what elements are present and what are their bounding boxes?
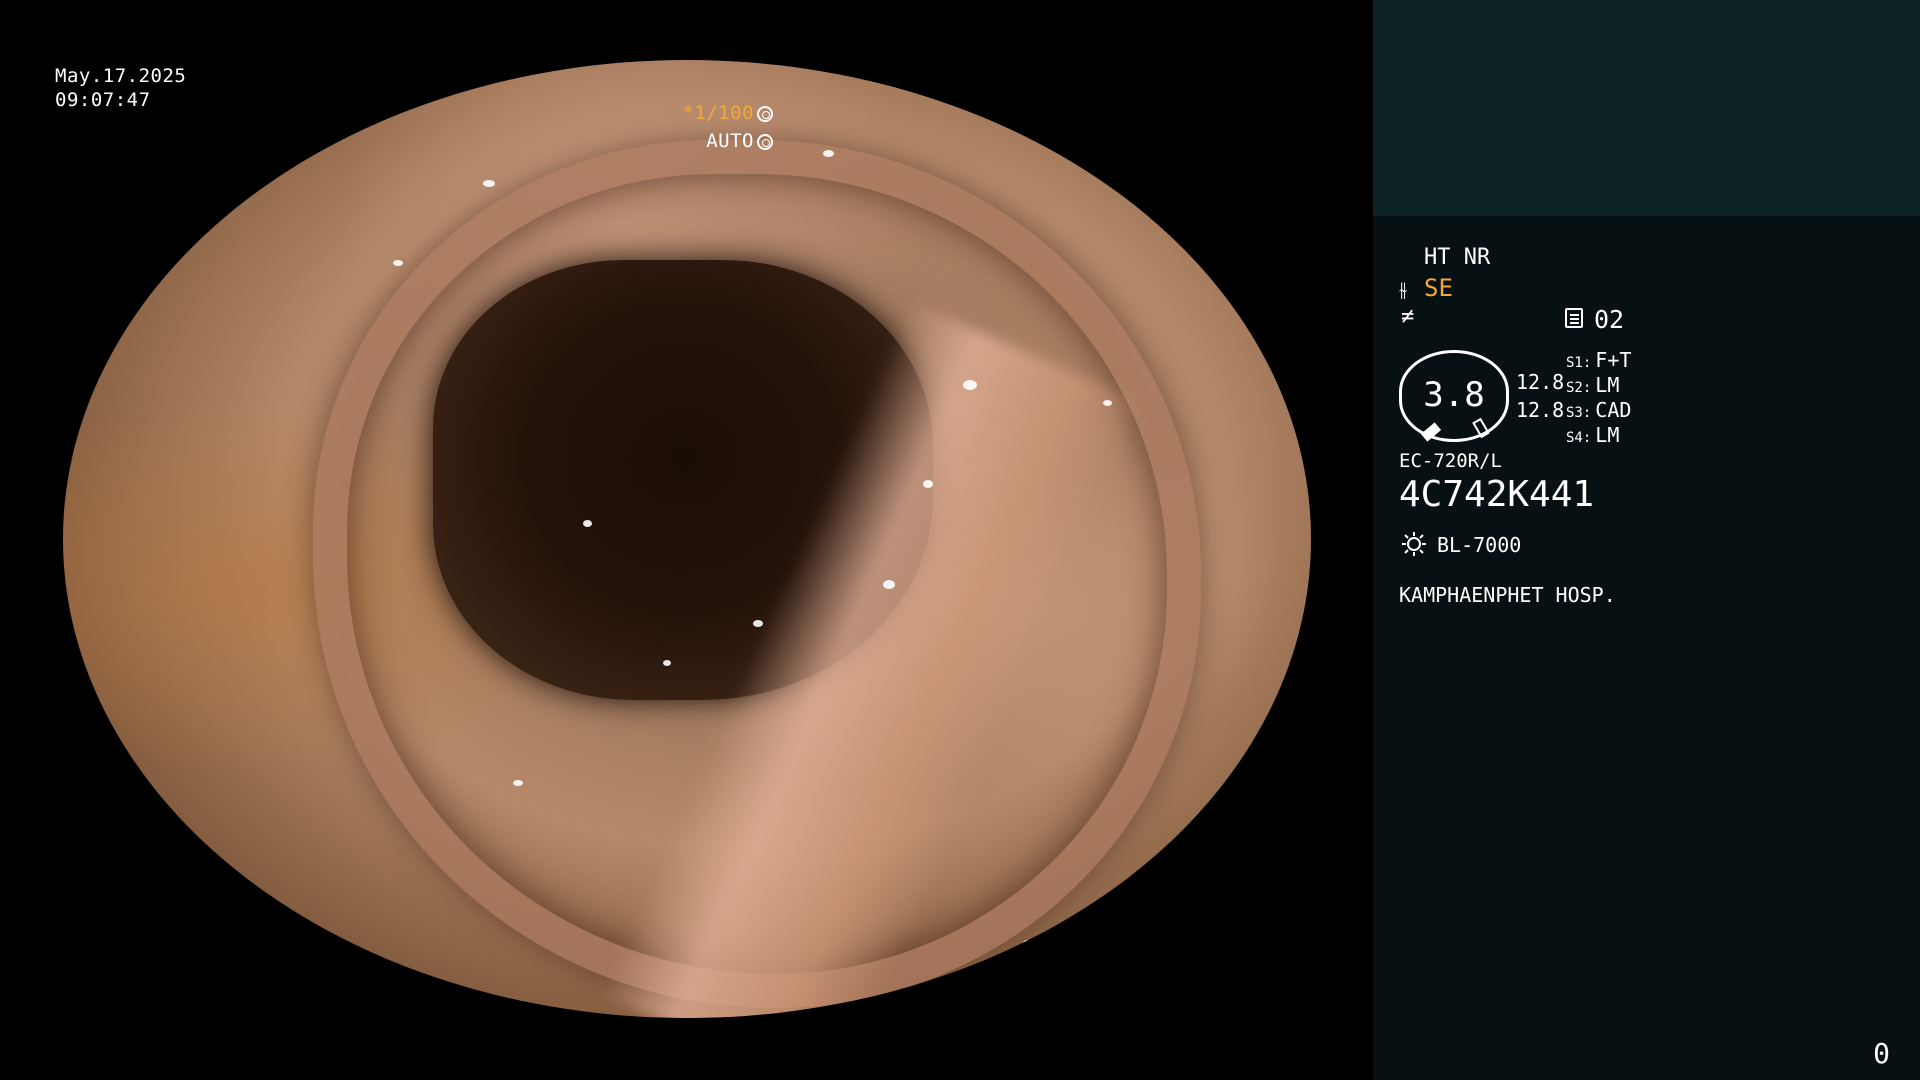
gauge: 3.8: [1399, 350, 1509, 442]
shutter-icon: [757, 106, 773, 122]
shutter-info: *1/100 AUTO: [682, 99, 773, 155]
enhance-label: SE: [1424, 274, 1453, 302]
panel-header-area: [1373, 0, 1920, 216]
hospital-name: KAMPHAENPHET HOSP.: [1399, 583, 1616, 607]
light-source-icon: [1402, 532, 1426, 556]
light-reflection: [963, 380, 977, 390]
memory-icon: [1565, 308, 1583, 328]
gauge-indicator-outline-icon: [1472, 417, 1490, 439]
endoscope-video-area: May.17.2025 09:07:47 *1/100 AUTO: [0, 0, 1373, 1080]
enhance-icon: ⫳: [1399, 277, 1408, 301]
value-1: 12.8: [1516, 370, 1565, 394]
switch-label: S3:: [1566, 405, 1592, 421]
switch-label: S4:: [1566, 430, 1592, 446]
switch-value: F+T: [1595, 348, 1632, 372]
color-mode-icon: ≠: [1401, 304, 1415, 329]
time-text: 09:07:47: [55, 89, 151, 111]
scope-model: EC-720R/L: [1399, 450, 1502, 472]
light-reflection: [753, 620, 763, 627]
value-2: 12.8: [1516, 398, 1565, 422]
switch-2: S2: LM: [1566, 373, 1619, 397]
memory-label: 02: [1594, 305, 1625, 334]
light-reflection: [1023, 940, 1033, 946]
switch-label: S1:: [1566, 355, 1592, 371]
switch-value: CAD: [1595, 398, 1632, 422]
iris-mode: AUTO: [706, 130, 754, 152]
iris-row: AUTO: [682, 127, 773, 155]
info-panel: HT NR ⫳ SE ≠ 02 3.8 12.8 12.8 S1: F+T S2:…: [1373, 0, 1920, 1080]
mode-label: HT NR: [1424, 245, 1491, 270]
light-reflection: [823, 150, 834, 157]
endoscopic-image: [63, 60, 1311, 1018]
date-text: May.17.2025: [55, 65, 187, 87]
gauge-value: 3.8: [1423, 375, 1485, 415]
scope-serial: 4C742K441: [1399, 474, 1595, 515]
light-reflection: [663, 660, 671, 666]
light-reflection: [883, 580, 895, 589]
iris-icon: [757, 134, 773, 150]
light-reflection: [483, 180, 495, 187]
light-reflection: [1103, 400, 1112, 406]
frame-counter: 0: [1873, 1037, 1890, 1070]
shutter-speed: *1/100: [682, 102, 754, 124]
light-reflection: [583, 520, 592, 527]
light-reflection: [513, 780, 523, 786]
light-reflection: [923, 480, 933, 488]
switch-4: S4: LM: [1566, 423, 1619, 447]
gauge-indicator-filled-icon: [1420, 422, 1442, 442]
light-source-label: BL-7000: [1437, 533, 1522, 557]
shutter-row: *1/100: [682, 99, 773, 127]
switch-3: S3: CAD: [1566, 398, 1631, 422]
switch-value: LM: [1595, 373, 1620, 397]
date-time: May.17.2025 09:07:47: [55, 64, 186, 112]
switch-1: S1: F+T: [1566, 348, 1631, 372]
switch-value: LM: [1595, 423, 1620, 447]
switch-label: S2:: [1566, 380, 1592, 396]
light-reflection: [393, 260, 403, 266]
